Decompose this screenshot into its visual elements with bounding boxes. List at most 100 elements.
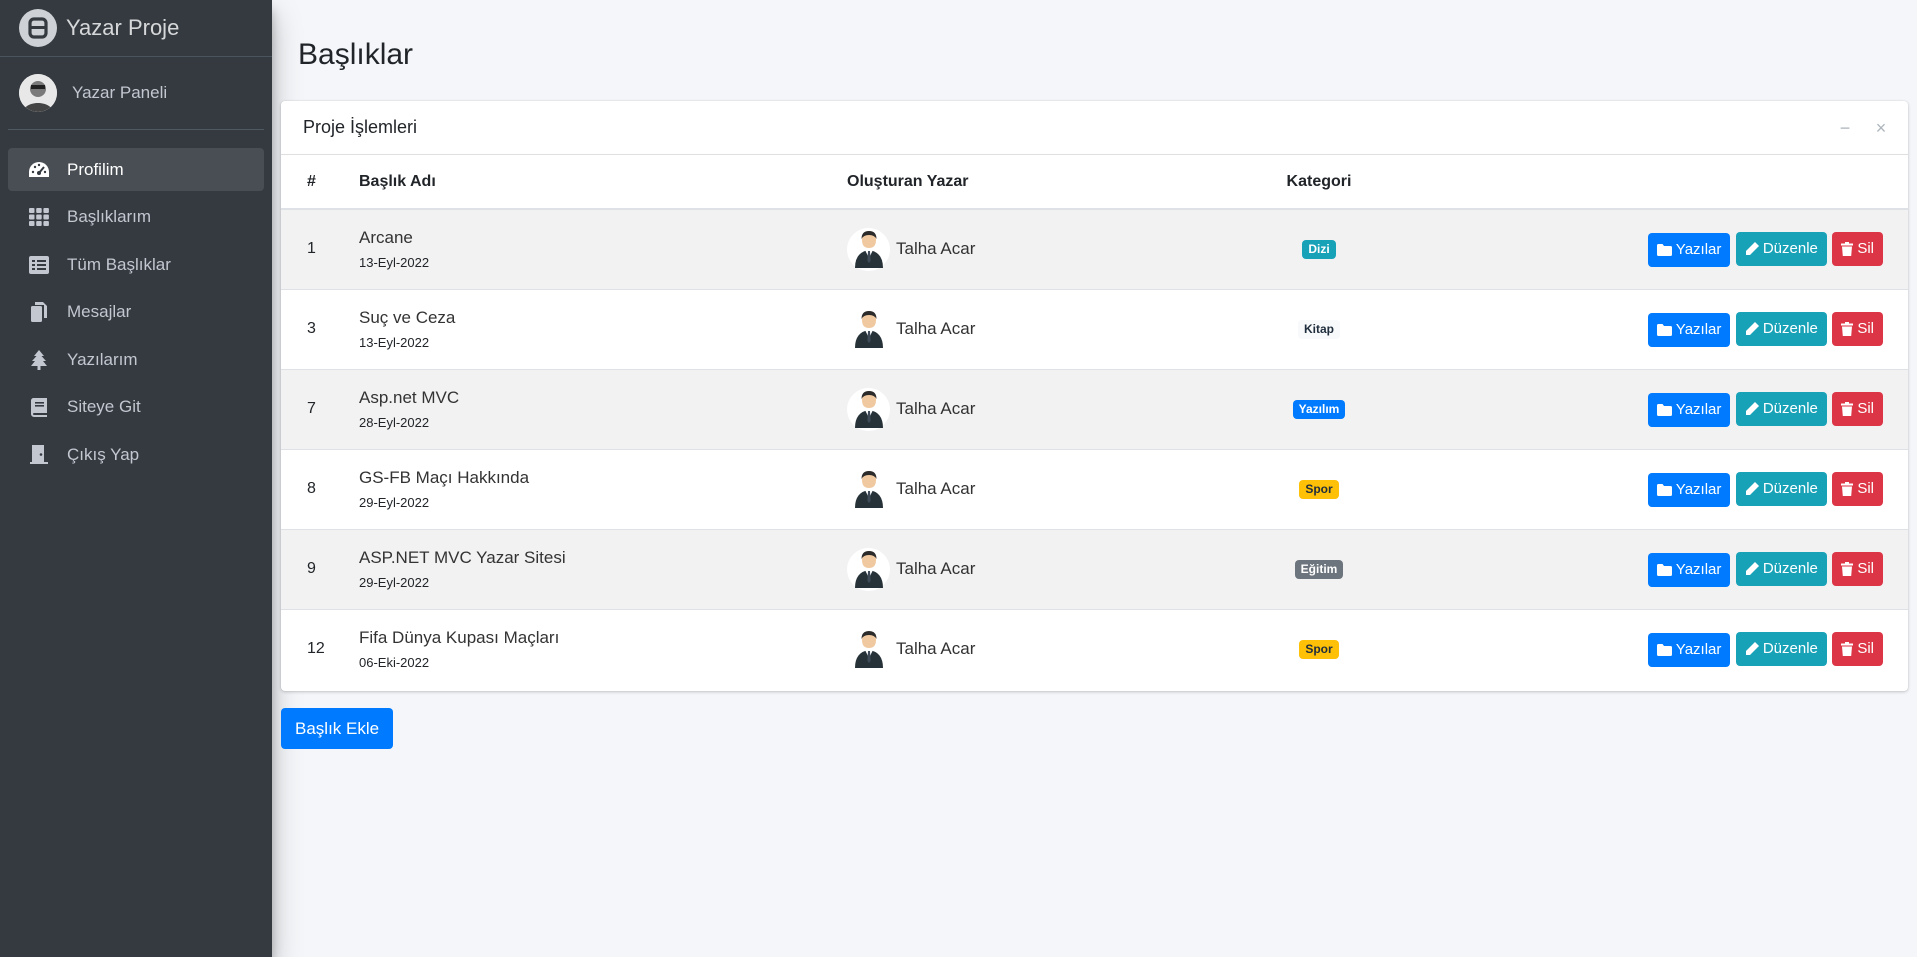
author-avatar (847, 307, 890, 351)
close-icon[interactable]: × (1872, 119, 1890, 137)
title-name[interactable]: Asp.net MVC (359, 388, 819, 408)
author-avatar (847, 467, 890, 511)
minimize-icon[interactable]: − (1836, 119, 1854, 137)
edit-button[interactable]: Düzenle (1735, 471, 1827, 506)
posts-button-label: Yazılar (1675, 641, 1722, 659)
title-date: 13-Eyl-2022 (359, 255, 430, 271)
edit-button[interactable]: Düzenle (1735, 551, 1827, 586)
posts-button[interactable]: Yazılar (1647, 392, 1731, 427)
title-date: 13-Eyl-2022 (359, 335, 430, 350)
pencil-icon (1745, 321, 1759, 336)
add-title-button[interactable]: Başlık Ekle (281, 708, 394, 749)
pencil-icon (1745, 641, 1759, 656)
posts-button-label: Yazılar (1675, 241, 1722, 259)
folder-icon (1656, 403, 1672, 416)
sidebar-item-cikis-yap[interactable]: Çıkış Yap (8, 433, 264, 476)
sidebar: Yazar Proje Yazar Paneli Profilim Başlık… (0, 0, 272, 957)
delete-button[interactable]: Sil (1832, 391, 1883, 426)
edit-button-label: Düzenle (1762, 480, 1818, 497)
user-panel[interactable]: Yazar Paneli (8, 57, 264, 130)
edit-button[interactable]: Düzenle (1735, 231, 1827, 266)
pencil-icon (1745, 481, 1759, 496)
category-cell: Eğitim (1219, 529, 1419, 609)
edit-button[interactable]: Düzenle (1735, 311, 1827, 346)
author-name: Talha Acar (896, 319, 976, 338)
pencil-icon (1745, 401, 1759, 416)
posts-button[interactable]: Yazılar (1647, 232, 1731, 267)
sidebar-item-label: Başlıklarım (67, 207, 152, 226)
posts-button[interactable]: Yazılar (1647, 552, 1731, 587)
author-name: Talha Acar (896, 559, 976, 578)
actions-cell: Yazılar Düzenle Sil (1419, 369, 1908, 449)
table-row: 1 Arcane 13-Eyl-2022 Talha Acar Dizi Yaz… (281, 209, 1908, 289)
user-avatar (19, 74, 57, 112)
title-date: 06-Eki-2022 (359, 655, 430, 671)
posts-button-label: Yazılar (1675, 401, 1722, 418)
delete-button[interactable]: Sil (1832, 631, 1883, 666)
row-id: 1 (307, 240, 316, 258)
delete-button-label: Sil (1857, 320, 1874, 337)
author-name: Talha Acar (896, 479, 976, 498)
edit-button[interactable]: Düzenle (1735, 391, 1827, 426)
actions-cell: Yazılar Düzenle Sil (1419, 449, 1908, 529)
edit-button-label: Düzenle (1762, 560, 1818, 577)
table-row: 7 Asp.net MVC 28-Eyl-2022 Talha Acar Yaz… (281, 369, 1908, 449)
title-name[interactable]: GS-FB Maçı Hakkında (359, 468, 819, 488)
edit-button-label: Düzenle (1762, 240, 1818, 258)
sidebar-item-siteye-git[interactable]: Siteye Git (8, 386, 264, 429)
title-name[interactable]: Arcane (359, 228, 819, 248)
brand-link[interactable]: Yazar Proje (0, 0, 272, 57)
user-name: Yazar Paneli (72, 83, 168, 102)
title-date: 28-Eyl-2022 (359, 415, 430, 430)
card-tools: − × (1836, 119, 1890, 137)
title-cell: ASP.NET MVC Yazar Sitesi 29-Eyl-2022 (359, 529, 819, 609)
table-row: 12 Fifa Dünya Kupası Maçları 06-Eki-2022… (281, 609, 1908, 689)
sidebar-item-tum-basliklar[interactable]: Tüm Başlıklar (8, 243, 264, 286)
author-cell: Talha Acar (819, 209, 1219, 289)
sidebar-item-profilim[interactable]: Profilim (8, 148, 264, 191)
copy-icon (28, 302, 50, 322)
delete-button-label: Sil (1857, 560, 1874, 577)
edit-button[interactable]: Düzenle (1735, 631, 1827, 666)
sidebar-item-yazilarim[interactable]: Yazılarım (8, 338, 264, 381)
title-date: 29-Eyl-2022 (359, 495, 430, 510)
page-title: Başlıklar (298, 38, 414, 71)
title-cell: Arcane 13-Eyl-2022 (359, 209, 819, 289)
delete-button[interactable]: Sil (1832, 551, 1883, 586)
trash-icon (1841, 641, 1854, 656)
author-avatar (847, 547, 890, 591)
author-name: Talha Acar (896, 399, 976, 418)
edit-button-label: Düzenle (1762, 320, 1818, 337)
table-row: 8 GS-FB Maçı Hakkında 29-Eyl-2022 Talha … (281, 449, 1908, 529)
posts-button[interactable]: Yazılar (1647, 472, 1731, 507)
delete-button-label: Sil (1857, 240, 1874, 258)
author-cell: Talha Acar (819, 369, 1219, 449)
sidebar-item-label: Çıkış Yap (67, 444, 140, 464)
delete-button[interactable]: Sil (1832, 471, 1883, 506)
category-cell: Spor (1219, 609, 1419, 689)
posts-button[interactable]: Yazılar (1647, 312, 1731, 347)
door-icon (28, 445, 50, 465)
delete-button[interactable]: Sil (1832, 311, 1883, 346)
title-name[interactable]: Suç ve Ceza (359, 308, 819, 328)
sidebar-item-basliklarim[interactable]: Başlıklarım (8, 196, 264, 239)
edit-button-label: Düzenle (1762, 400, 1818, 417)
title-name[interactable]: Fifa Dünya Kupası Maçları (359, 628, 819, 648)
category-cell: Dizi (1219, 209, 1419, 289)
folder-icon (1656, 643, 1672, 656)
row-id: 9 (307, 560, 316, 577)
sidebar-item-mesajlar[interactable]: Mesajlar (8, 291, 264, 334)
titles-table: # Başlık Adı Oluşturan Yazar Kategori 1 … (281, 155, 1908, 689)
posts-button[interactable]: Yazılar (1647, 632, 1731, 667)
actions-cell: Yazılar Düzenle Sil (1419, 609, 1908, 689)
author-avatar (847, 387, 890, 431)
trash-icon (1841, 241, 1854, 256)
trash-icon (1841, 321, 1854, 336)
category-badge: Spor (1299, 639, 1339, 659)
category-badge: Spor (1299, 479, 1339, 499)
posts-button-label: Yazılar (1675, 481, 1722, 498)
delete-button[interactable]: Sil (1832, 231, 1883, 266)
title-name[interactable]: ASP.NET MVC Yazar Sitesi (359, 548, 819, 568)
column-header-actions (1419, 155, 1908, 209)
brand-title: Yazar Proje (66, 15, 180, 40)
